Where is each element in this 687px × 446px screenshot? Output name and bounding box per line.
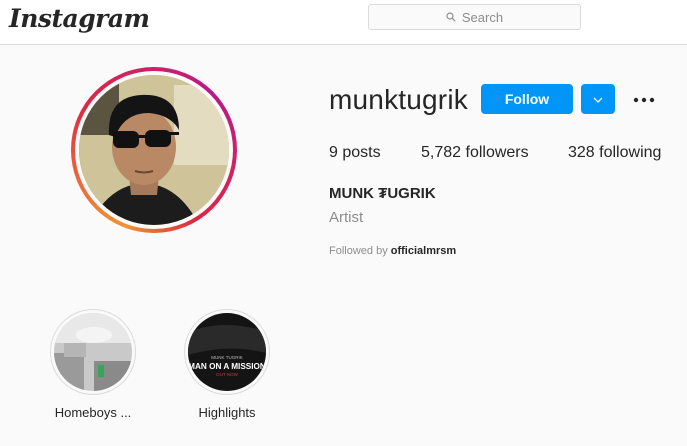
following-link[interactable]: 328 following	[568, 144, 661, 162]
follow-button[interactable]: Follow	[481, 84, 573, 114]
followers-count-label: followers	[465, 144, 529, 161]
story-highlight[interactable]: MUNK TUGRIK MAN ON A MISSION OUT NOW Hig…	[177, 309, 277, 420]
chevron-down-icon	[593, 90, 603, 108]
avatar[interactable]	[79, 75, 229, 225]
highlight-cover-sub: OUT NOW	[216, 372, 238, 377]
followed-by-text[interactable]: Followed by officialmrsm	[329, 245, 456, 257]
search-input[interactable]: Search	[368, 4, 581, 30]
instagram-logo[interactable]: Instagram	[9, 4, 150, 33]
top-navigation-bar: Instagram Search	[0, 0, 687, 45]
highlight-label: Homeboys ...	[54, 405, 132, 420]
highlight-cover-image	[54, 313, 132, 391]
following-count-label: following	[599, 144, 662, 161]
highlight-label: Highlights	[198, 405, 256, 420]
highlight-cover-title: MAN ON A MISSION	[188, 362, 266, 371]
search-icon	[446, 12, 456, 22]
posts-count-value: 9	[329, 144, 338, 161]
highlight-cover-small-text: MUNK TUGRIK	[211, 355, 242, 360]
profile-username: munktugrik	[329, 84, 468, 115]
story-highlight[interactable]: Homeboys ...	[43, 309, 143, 420]
following-count-value: 328	[568, 144, 595, 161]
posts-count: 9 posts	[329, 144, 381, 162]
more-options-icon	[633, 90, 655, 108]
profile-avatar-story-ring[interactable]	[71, 67, 237, 233]
highlight-cover-ring[interactable]	[50, 309, 136, 395]
followed-by-user[interactable]: officialmrsm	[391, 245, 456, 257]
highlight-cover-ring[interactable]: MUNK TUGRIK MAN ON A MISSION OUT NOW	[184, 309, 270, 395]
search-placeholder: Search	[461, 9, 504, 25]
highlight-cover-image: MUNK TUGRIK MAN ON A MISSION OUT NOW	[188, 313, 266, 391]
posts-count-label: posts	[342, 144, 381, 161]
profile-category: Artist	[329, 209, 364, 226]
more-options-button[interactable]	[630, 86, 658, 112]
followed-by-prefix: Followed by	[329, 245, 388, 257]
followers-count-value: 5,782	[421, 144, 462, 161]
profile-full-name: MUNK ₮UGRIK	[329, 185, 436, 202]
suggested-accounts-dropdown-button[interactable]	[581, 84, 615, 114]
followers-link[interactable]: 5,782 followers	[421, 144, 529, 162]
